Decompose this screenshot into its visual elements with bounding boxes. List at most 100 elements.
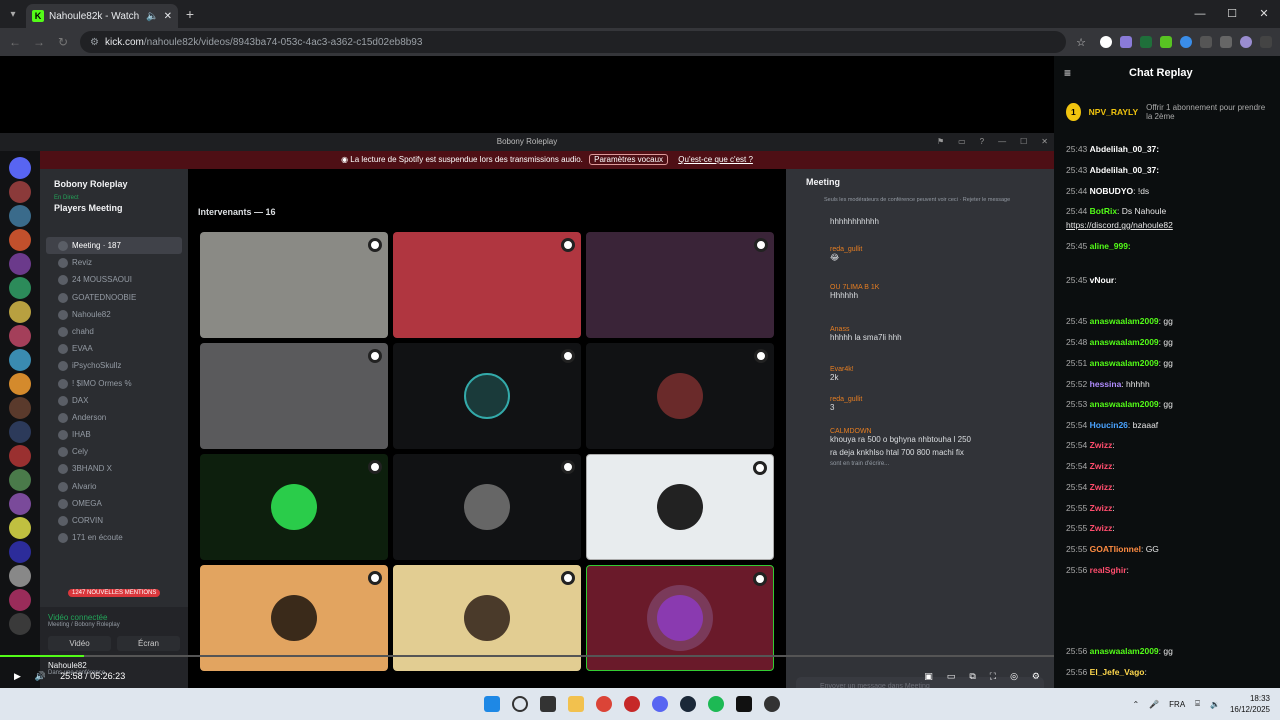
progress-track xyxy=(0,655,1054,657)
message-author[interactable]: BotRix xyxy=(1090,206,1117,216)
user-item: iPsychoSkullz xyxy=(46,357,182,374)
message-author[interactable]: hessina xyxy=(1090,379,1122,389)
message-author[interactable]: GOATIionnel xyxy=(1090,544,1141,554)
speaker-icon[interactable]: 🔈 xyxy=(146,11,158,22)
maximize-button[interactable]: ☐ xyxy=(1216,0,1248,28)
volume-icon[interactable]: 🔊 xyxy=(35,671,46,682)
chat-message: Evar4k! 2k xyxy=(830,366,854,382)
windows-start-icon[interactable] xyxy=(484,696,500,712)
mentions-badge: 1247 NOUVELLES MENTIONS xyxy=(68,589,161,597)
channel-meeting: Meeting · 187 xyxy=(46,237,182,255)
network-icon[interactable]: ⌸ xyxy=(1195,699,1200,709)
chat-message: 25:54 Zwizz: xyxy=(1066,440,1115,450)
chrome-icon[interactable] xyxy=(596,696,612,712)
site-info-icon[interactable]: ⚙ xyxy=(90,37,99,48)
message-author[interactable]: anaswaalam2009 xyxy=(1090,399,1159,409)
message-author[interactable]: Zwizz xyxy=(1090,503,1113,513)
message-text: : xyxy=(1114,275,1117,285)
discord-icon[interactable] xyxy=(652,696,668,712)
message-author[interactable]: anaswaalam2009 xyxy=(1090,358,1159,368)
message-author[interactable]: Zwizz xyxy=(1090,482,1113,492)
message-time: 25:56 xyxy=(1066,667,1088,677)
extension-icon[interactable] xyxy=(1180,36,1192,48)
speed-icon[interactable]: ◎ xyxy=(1010,671,1018,682)
chat-message: ra deja knkhlso htal 700 800 machi fix xyxy=(830,448,964,457)
more-icon[interactable] xyxy=(1260,36,1272,48)
message-text: : !ds xyxy=(1133,186,1150,196)
chat-message: 25:43 Abdelilah_00_37: xyxy=(1066,144,1159,154)
chat-header: ≡ Chat Replay xyxy=(1054,56,1280,90)
video-player[interactable]: Bobony Roleplay ⚑ ▭? — ☐ ✕ ◉ La lecture de S… xyxy=(0,56,1054,703)
pip-icon[interactable]: ⧉ xyxy=(969,671,975,682)
progress-bar[interactable] xyxy=(0,652,1054,660)
volume-tray-icon[interactable]: 🔉 xyxy=(1210,700,1220,709)
player-controls: ▶ 🔊 25:58 / 05:26:23 ▣ ▭ ⧉ ⛶ ◎ ⚙ xyxy=(0,664,1054,688)
tab-close-icon[interactable]: ✕ xyxy=(164,11,172,22)
menu-icon[interactable] xyxy=(1220,36,1232,48)
play-icon[interactable]: ▶ xyxy=(14,671,21,682)
message-author[interactable]: Zwizz xyxy=(1090,461,1113,471)
message-text: : gg xyxy=(1158,646,1173,656)
settings-icon[interactable]: ⚙ xyxy=(1032,671,1040,682)
app-icon[interactable] xyxy=(624,696,640,712)
message-author[interactable]: realSghir xyxy=(1090,565,1127,575)
tab-kick[interactable]: K Nahoule82k - Watch the VO 🔈 ✕ xyxy=(26,4,178,28)
app-icon[interactable] xyxy=(736,696,752,712)
message-author[interactable]: anaswaalam2009 xyxy=(1090,337,1159,347)
extension-icon[interactable] xyxy=(1120,36,1132,48)
taskview-icon[interactable] xyxy=(540,696,556,712)
message-author[interactable]: aline_999: xyxy=(1090,241,1131,251)
message-text: : Ds Nahoule xyxy=(1117,206,1167,216)
url-field[interactable]: ⚙ kick.com/nahoule82k/videos/8943ba74-05… xyxy=(80,31,1067,53)
message-text[interactable]: https://discord.gg/nahoule82 xyxy=(1066,220,1173,230)
banner-link: Qu'est-ce que c'est ? xyxy=(678,155,753,164)
extension-icon[interactable] xyxy=(1140,36,1152,48)
message-author[interactable]: NOBUDYO xyxy=(1090,186,1133,196)
message-author[interactable]: anaswaalam2009 xyxy=(1090,316,1159,326)
puzzle-icon[interactable] xyxy=(1200,36,1212,48)
message-author[interactable]: Zwizz xyxy=(1090,440,1113,450)
message-author[interactable]: vNour xyxy=(1090,275,1115,285)
message-time: 25:55 xyxy=(1066,503,1088,513)
tab-search-icon[interactable]: ▾ xyxy=(0,9,26,20)
tray-chevron-icon[interactable]: ⌃ xyxy=(1133,700,1140,709)
message-time: 25:43 xyxy=(1066,165,1088,175)
new-tab-button[interactable]: + xyxy=(178,6,202,22)
app-icon[interactable] xyxy=(764,696,780,712)
chat-message: 25:54 Zwizz: xyxy=(1066,482,1115,492)
chat-message: reda_gullit 3 xyxy=(830,396,863,412)
folder-icon[interactable] xyxy=(568,696,584,712)
minimize-button[interactable]: — xyxy=(1184,0,1216,28)
banner-text: La lecture de Spotify est suspendue lors… xyxy=(350,155,583,164)
clock[interactable]: 18:33 16/12/2025 xyxy=(1230,693,1270,715)
spotify-icon[interactable] xyxy=(708,696,724,712)
steam-icon[interactable] xyxy=(680,696,696,712)
participant-tile xyxy=(586,232,774,338)
close-window-button[interactable]: ✕ xyxy=(1248,0,1280,28)
reload-icon[interactable]: ↻ xyxy=(56,35,70,49)
chat-message: 25:55 Zwizz: xyxy=(1066,503,1115,513)
mic-icon[interactable]: 🎤 xyxy=(1149,700,1159,709)
theater-icon[interactable]: ▣ xyxy=(924,671,933,682)
message-author[interactable]: anaswaalam2009 xyxy=(1090,646,1159,656)
meeting-chat: Meeting Seuls les modérateurs de confére… xyxy=(786,169,1054,703)
collapse-chat-icon[interactable]: ≡ xyxy=(1064,66,1071,80)
profile-avatar[interactable] xyxy=(1240,36,1252,48)
message-author[interactable]: Houcin26 xyxy=(1090,420,1128,430)
extension-icon[interactable] xyxy=(1160,36,1172,48)
message-author[interactable]: Abdelilah_00_37: xyxy=(1090,144,1159,154)
back-icon[interactable]: ← xyxy=(8,35,22,49)
language[interactable]: FRA xyxy=(1169,700,1185,709)
message-author[interactable]: Zwizz xyxy=(1090,523,1113,533)
forward-icon[interactable]: → xyxy=(32,35,46,49)
message-author[interactable]: Abdelilah_00_37: xyxy=(1090,165,1159,175)
chat-message: 25:54 Houcin26: bzaaaf xyxy=(1066,420,1158,430)
bookmark-star-icon[interactable]: ☆ xyxy=(1076,36,1086,49)
search-icon[interactable] xyxy=(512,696,528,712)
fullscreen-icon[interactable]: ⛶ xyxy=(990,671,996,682)
max-icon: ☐ xyxy=(1020,137,1028,146)
miniplayer-icon[interactable]: ▭ xyxy=(947,671,956,682)
message-author[interactable]: El_Jefe_Vago xyxy=(1090,667,1145,677)
time-display: 25:58 / 05:26:23 xyxy=(60,671,126,681)
extension-icon[interactable] xyxy=(1100,36,1112,48)
